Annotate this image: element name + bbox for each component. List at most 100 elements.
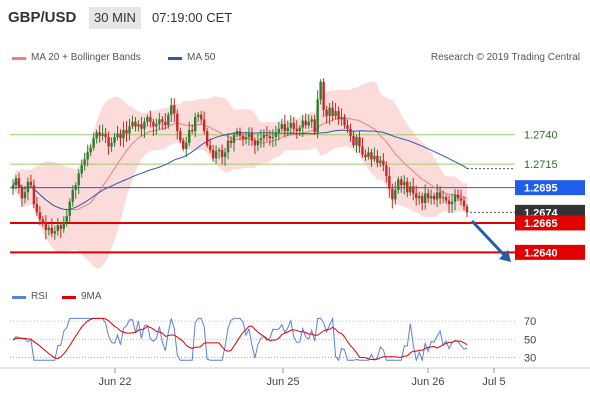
candle-body (337, 111, 340, 120)
candle-body (420, 195, 424, 203)
candle-body (235, 131, 239, 135)
candle-body (316, 99, 319, 133)
candle-body (122, 130, 125, 139)
candle-body (453, 194, 457, 202)
candle-body (98, 132, 101, 136)
candle-body (83, 159, 86, 166)
candle-body (462, 200, 466, 207)
candle-body (361, 146, 364, 155)
candle-body (53, 231, 57, 234)
candle-body (438, 192, 442, 199)
candle-body (423, 193, 427, 203)
candle-body (128, 126, 131, 134)
candle-body (346, 125, 349, 129)
candle-body (304, 120, 307, 126)
candle-body (188, 130, 191, 143)
candle-body (173, 105, 176, 114)
candle-body (26, 181, 30, 193)
support-2-label: 1.2640 (524, 247, 558, 259)
candle-body (400, 179, 403, 186)
candle-body (23, 192, 27, 199)
x-tick-label-1: Jun 25 (266, 376, 299, 388)
candle-body (38, 212, 42, 220)
rsi-line (12, 316, 468, 363)
candle-body (379, 160, 382, 163)
candle-body (65, 215, 68, 222)
candle-body (113, 137, 116, 143)
candle-body (50, 227, 54, 234)
candle-body (223, 152, 227, 158)
candle-body (199, 114, 203, 120)
candle-body (140, 124, 143, 129)
candle-body (35, 204, 39, 213)
candle-body (274, 132, 278, 138)
candle-body (388, 175, 391, 189)
price-chart[interactable]: 1.27401.27151.26951.26741.26651.26407050… (0, 0, 590, 400)
candle-body (325, 110, 328, 116)
rsi-tick-label-30: 30 (524, 352, 536, 364)
x-tick-label-2: Jun 26 (411, 376, 444, 388)
candle-body (328, 107, 331, 116)
candle-body (182, 140, 185, 149)
candle-body (250, 133, 254, 141)
x-tick-label-3: Jul 5 (482, 376, 505, 388)
candle-body (280, 124, 284, 129)
candle-body (217, 150, 221, 152)
candle-body (59, 225, 62, 229)
bollinger-band-area (13, 81, 467, 269)
candle-body (465, 206, 469, 213)
candle-body (71, 190, 74, 202)
candle-body (44, 224, 48, 230)
candle-body (391, 188, 394, 200)
candle-body (262, 134, 266, 139)
candle-body (32, 185, 36, 205)
candle-body (355, 137, 358, 146)
candle-body (403, 181, 406, 186)
candle-body (131, 121, 134, 127)
candle-body (373, 155, 376, 160)
rsi-tick-label-70: 70 (524, 316, 536, 328)
candle-body (89, 147, 92, 153)
projection-arrow-line (470, 219, 507, 258)
candle-body (238, 131, 242, 136)
candle-body (382, 160, 385, 166)
candle-body (265, 134, 269, 136)
candle-body (137, 124, 140, 127)
candle-body (271, 137, 275, 139)
candle-body (343, 117, 346, 126)
candle-body (143, 121, 146, 129)
candle-body (41, 219, 45, 225)
candle-body (283, 124, 287, 132)
candle-body (364, 154, 367, 158)
candle-body (68, 201, 71, 216)
candle-body (146, 117, 149, 122)
candle-body (149, 117, 152, 122)
candle-body (202, 119, 206, 132)
candle-body (340, 117, 343, 120)
candle-body (191, 130, 194, 132)
candle-body (226, 140, 230, 153)
candle-body (307, 121, 310, 126)
candle-body (385, 165, 388, 176)
candle-body (211, 150, 215, 159)
candle-body (358, 137, 361, 147)
candle-body (412, 186, 415, 194)
candle-body (286, 127, 289, 132)
candle-body (244, 137, 248, 140)
candle-body (322, 81, 325, 110)
candle-body (432, 195, 436, 200)
candle-body (247, 133, 251, 138)
candle-body (298, 127, 301, 132)
candle-body (196, 114, 200, 118)
candle-body (214, 151, 218, 159)
candle-body (161, 119, 164, 122)
candle-body (349, 128, 352, 136)
candle-body (80, 165, 83, 174)
candle-body (110, 142, 113, 147)
candle-body (107, 137, 110, 147)
candle-body (62, 221, 65, 229)
rsi-ma-line (12, 317, 468, 360)
candle-body (394, 190, 397, 200)
candle-body (319, 81, 322, 100)
candle-body (429, 195, 433, 199)
